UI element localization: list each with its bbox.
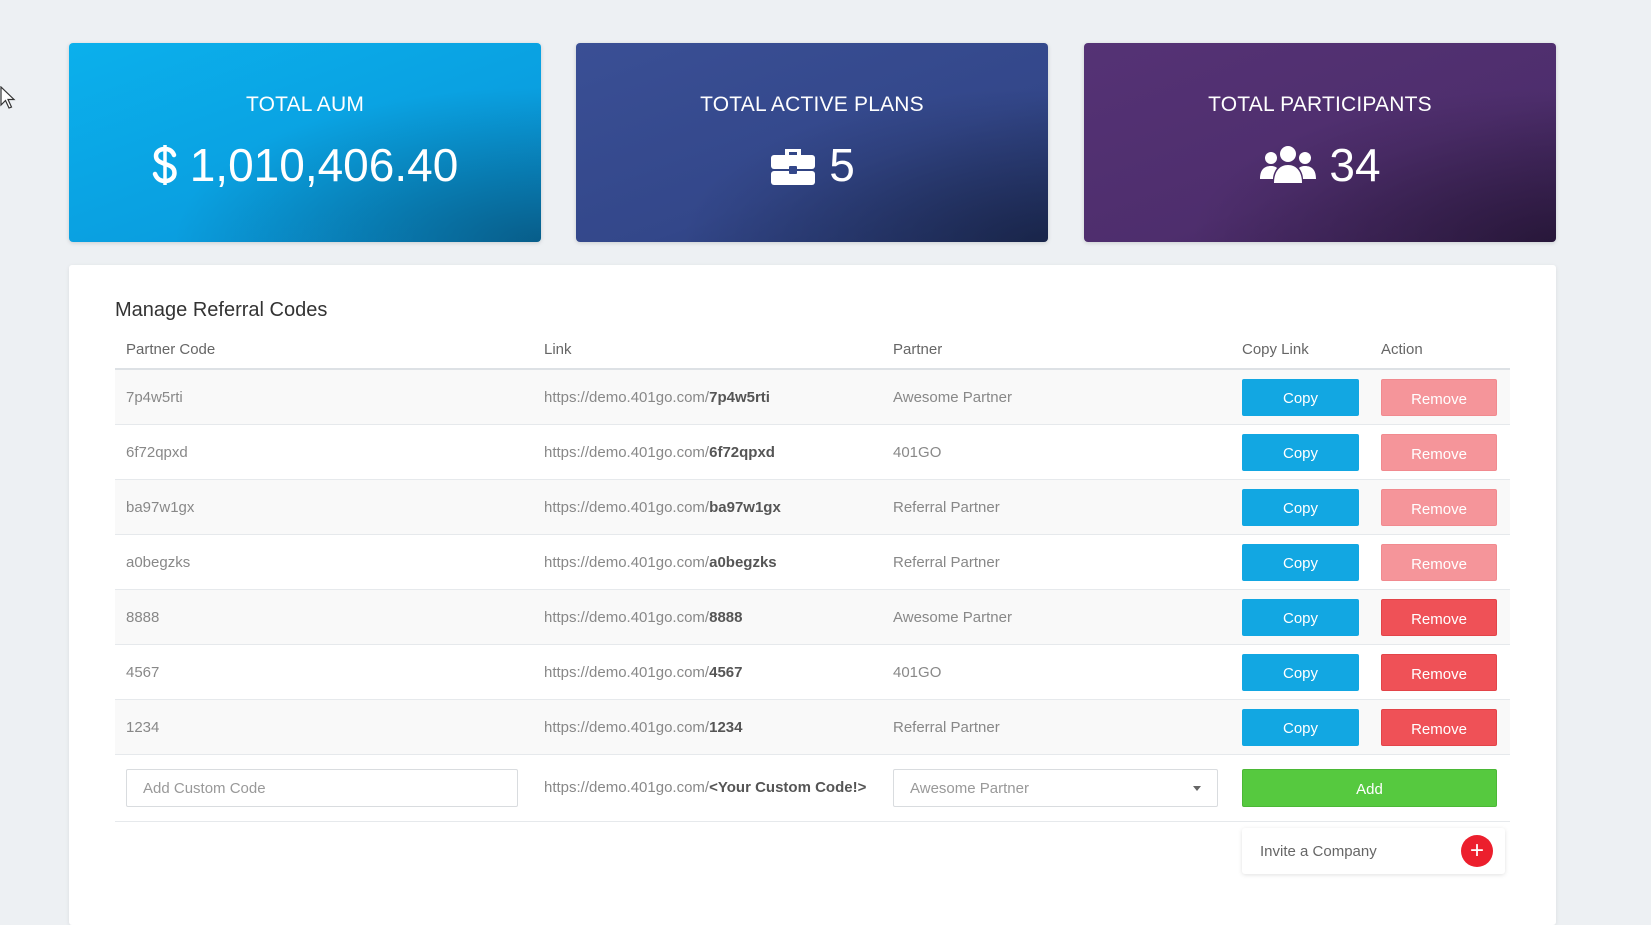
partner-name: Referral Partner [882,699,1231,755]
partner-name: Awesome Partner [882,369,1231,425]
remove-button[interactable]: Remove [1381,543,1497,581]
plus-circle-icon: + [1461,835,1493,867]
stat-number: 1,010,406.40 [189,139,459,191]
partner-code: 4567 [115,644,533,700]
caret-down-icon [1193,785,1201,791]
partner-code: 8888 [115,589,533,645]
table-row: 7p4w5rti https://demo.401go.com/7p4w5rti… [115,369,1510,425]
mouse-cursor-icon [0,86,16,109]
column-header: Action [1370,330,1510,370]
link-base: https://demo.401go.com/ [544,718,710,736]
panel-title: Manage Referral Codes [115,299,328,321]
table-row: 8888 https://demo.401go.com/8888 Awesome… [115,589,1510,645]
stat-card-total-aum: TOTAL AUM 1,010,406.40 [69,43,541,242]
column-header: Copy Link [1231,330,1370,370]
link-code: 8888 [709,608,743,626]
column-header: Link [533,330,882,370]
partner-code: a0begzks [115,534,533,590]
partner-code: ba97w1gx [115,479,533,535]
link-code: 4567 [709,663,743,681]
stat-number: 5 [829,139,855,191]
users-icon [1259,143,1317,187]
stat-label: TOTAL AUM [245,93,365,116]
table-row: ba97w1gx https://demo.401go.com/ba97w1gx… [115,479,1510,535]
copy-button[interactable]: Copy [1242,488,1359,526]
copy-button[interactable]: Copy [1242,433,1359,471]
copy-button[interactable]: Copy [1242,543,1359,581]
link-code: 7p4w5rti [709,388,770,406]
copy-button[interactable]: Copy [1242,598,1359,636]
link-base: https://demo.401go.com/ [544,663,710,681]
partner-select[interactable]: Awesome Partner [893,769,1218,807]
referral-link[interactable]: https://demo.401go.com/4567 [533,644,882,700]
link-base: https://demo.401go.com/ [544,553,710,571]
partner-name: Referral Partner [882,479,1231,535]
partner-name: Referral Partner [882,534,1231,590]
referral-link[interactable]: https://demo.401go.com/8888 [533,589,882,645]
custom-link-preview: https://demo.401go.com/<Your Custom Code… [533,754,882,822]
partner-code: 7p4w5rti [115,369,533,425]
copy-button[interactable]: Copy [1242,708,1359,746]
partner-name: 401GO [882,424,1231,480]
table-header-row: Partner Code Link Partner Copy Link Acti… [115,330,1510,370]
remove-button[interactable]: Remove [1381,433,1497,471]
table-row: 6f72qpxd https://demo.401go.com/6f72qpxd… [115,424,1510,480]
link-base: https://demo.401go.com/ [544,498,710,516]
referral-link[interactable]: https://demo.401go.com/7p4w5rti [533,369,882,425]
link-code: 1234 [709,718,743,736]
referral-link[interactable]: https://demo.401go.com/1234 [533,699,882,755]
briefcase-icon [769,143,817,187]
dollar-icon [152,143,178,187]
partner-code: 1234 [115,699,533,755]
copy-button[interactable]: Copy [1242,378,1359,416]
link-code: 6f72qpxd [709,443,775,461]
partner-select-value: Awesome Partner [910,779,1029,797]
stat-number: 34 [1329,139,1381,191]
stat-value: 5 [576,138,1048,192]
referral-panel: Manage Referral Codes Partner Code Link … [69,265,1556,925]
link-base: https://demo.401go.com/ [544,443,710,461]
link-custom: <Your Custom Code!> [709,779,867,796]
table-row: a0begzks https://demo.401go.com/a0begzks… [115,534,1510,590]
remove-button[interactable]: Remove [1381,488,1497,526]
link-base: https://demo.401go.com/ [544,388,710,406]
remove-button[interactable]: Remove [1381,708,1497,746]
stat-card-total-active-plans: TOTAL ACTIVE PLANS 5 [576,43,1048,242]
link-base: https://demo.401go.com/ [544,608,710,626]
invite-company-button[interactable]: Invite a Company + [1242,828,1505,874]
column-header: Partner Code [115,330,533,370]
stat-label: TOTAL ACTIVE PLANS [700,93,924,116]
copy-button[interactable]: Copy [1242,653,1359,691]
referral-table: Partner Code Link Partner Copy Link Acti… [115,330,1510,822]
custom-code-input[interactable]: Add Custom Code [126,769,518,807]
referral-link[interactable]: https://demo.401go.com/6f72qpxd [533,424,882,480]
column-header: Partner [882,330,1231,370]
link-code: a0begzks [709,553,777,571]
stat-value: 34 [1084,138,1556,192]
stat-value: 1,010,406.40 [69,138,541,192]
add-code-row: Add Custom Code https://demo.401go.com/<… [115,754,1510,822]
remove-button[interactable]: Remove [1381,378,1497,416]
link-base: https://demo.401go.com/ [544,779,710,796]
custom-code-placeholder: Add Custom Code [143,779,266,797]
stat-label: TOTAL PARTICIPANTS [1208,93,1432,116]
table-row: 1234 https://demo.401go.com/1234 Referra… [115,699,1510,755]
remove-button[interactable]: Remove [1381,653,1497,691]
referral-link[interactable]: https://demo.401go.com/ba97w1gx [533,479,882,535]
invite-label: Invite a Company [1260,842,1377,860]
stat-card-total-participants: TOTAL PARTICIPANTS 34 [1084,43,1556,242]
remove-button[interactable]: Remove [1381,598,1497,636]
referral-link[interactable]: https://demo.401go.com/a0begzks [533,534,882,590]
partner-name: Awesome Partner [882,589,1231,645]
link-code: ba97w1gx [709,498,781,516]
partner-name: 401GO [882,644,1231,700]
partner-code: 6f72qpxd [115,424,533,480]
table-row: 4567 https://demo.401go.com/4567 401GO C… [115,644,1510,700]
add-button[interactable]: Add [1242,769,1497,807]
